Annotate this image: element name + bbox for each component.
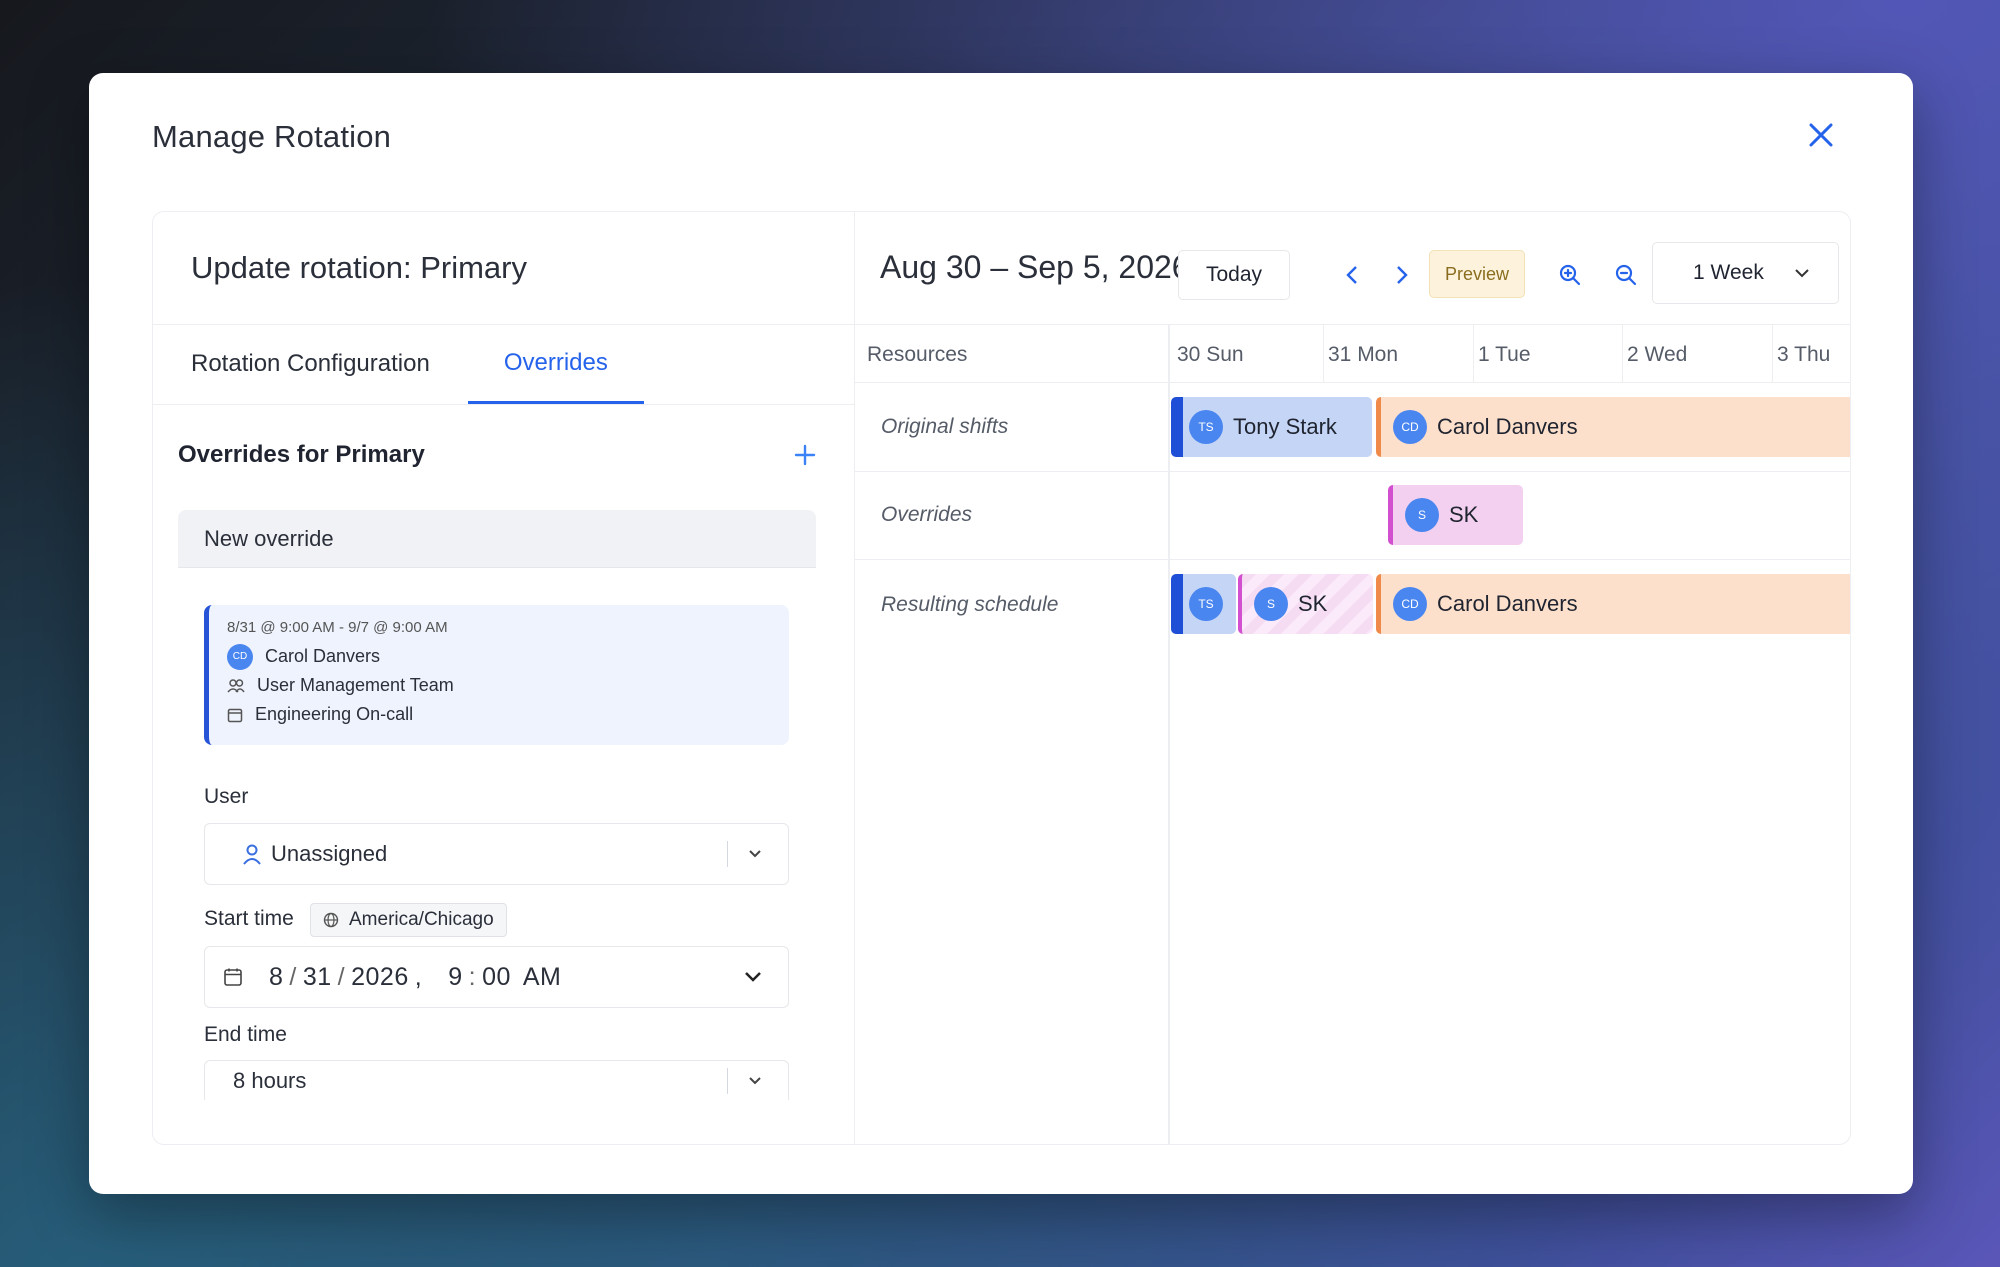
resources-label: Resources <box>867 343 968 366</box>
row-label: Overrides <box>881 503 973 526</box>
summary-range: 8/31 @ 9:00 AM - 9/7 @ 9:00 AM <box>227 619 448 636</box>
new-override-card: New override 8/31 @ 9:00 AM - 9/7 @ 9:00… <box>178 510 816 1100</box>
shift-name: SK <box>1449 502 1479 527</box>
close-button[interactable] <box>1803 117 1839 153</box>
day-divider <box>1772 325 1773 383</box>
user-select-value: Unassigned <box>271 841 388 866</box>
shift-name: SK <box>1298 591 1328 616</box>
row-overrides: Overrides <box>855 472 1850 560</box>
avatar: TS <box>1189 410 1223 444</box>
calendar-column: Aug 30 – Sep 5, 2026 Today Preview 1 Wee… <box>855 212 1850 1144</box>
end-time-label: End time <box>204 1023 287 1046</box>
add-override-button[interactable] <box>794 438 816 472</box>
view-select-value: 1 Week <box>1693 261 1764 284</box>
day-divider <box>1323 325 1324 383</box>
override-sk[interactable]: S SK <box>1388 485 1523 545</box>
new-override-title: New override <box>178 510 816 568</box>
shift-name: Carol Danvers <box>1437 414 1578 439</box>
start-hour[interactable]: 9 <box>448 963 462 992</box>
summary-calendar: Engineering On-call <box>227 700 789 729</box>
zoom-in-icon <box>1559 264 1581 286</box>
day-header: 30 Sun <box>1177 343 1244 366</box>
rotation-header: Update rotation: Primary <box>153 212 854 325</box>
overrides-header: Overrides for Primary <box>178 438 816 472</box>
timezone-value: America/Chicago <box>349 909 494 930</box>
chevron-down-icon <box>749 1076 761 1084</box>
summary-calendar-name: Engineering On-call <box>255 704 414 724</box>
avatar: S <box>1254 587 1288 621</box>
date-range: Aug 30 – Sep 5, 2026 <box>880 249 1190 285</box>
user-icon <box>243 844 261 865</box>
day-divider <box>1473 325 1474 383</box>
calendar-icon <box>224 968 242 986</box>
chevron-down-icon <box>1795 269 1809 278</box>
chevron-down-icon <box>745 972 761 982</box>
day-header: 1 Tue <box>1478 343 1531 366</box>
start-month[interactable]: 8 <box>269 963 283 992</box>
day-divider <box>1622 325 1623 383</box>
divider <box>727 841 728 867</box>
zoom-out-button[interactable] <box>1611 260 1641 290</box>
tab-bar: Rotation Configuration Overrides <box>153 325 854 405</box>
start-time-input[interactable]: 8 / 31 / 2026 , 9 : 00 AM <box>204 946 789 1008</box>
calendar-icon <box>227 708 243 722</box>
divider <box>727 1067 728 1094</box>
modal-title: Manage Rotation <box>152 119 392 154</box>
previous-button[interactable] <box>1337 260 1367 290</box>
summary-team-name: User Management Team <box>257 675 454 695</box>
avatar: TS <box>1189 587 1223 621</box>
today-button[interactable]: Today <box>1178 250 1290 300</box>
day-header: 3 Thu <box>1777 343 1831 366</box>
start-year[interactable]: 2026 <box>351 963 409 992</box>
avatar: CD <box>227 643 253 670</box>
result-sk[interactable]: S SK <box>1238 574 1373 634</box>
row-label: Resulting schedule <box>881 593 1059 616</box>
start-date-value: 8 / 31 / 2026 , 9 : 00 AM <box>269 962 562 992</box>
overrides-title: Overrides for Primary <box>178 441 425 468</box>
summary-user-name: Carol Danvers <box>265 646 381 666</box>
start-minute[interactable]: 00 <box>482 963 511 992</box>
user-label: User <box>204 785 249 808</box>
result-tony-stark[interactable]: TS <box>1171 574 1236 634</box>
avatar: CD <box>1393 410 1427 444</box>
tab-rotation-configuration[interactable]: Rotation Configuration <box>177 324 468 404</box>
day-header: 2 Wed <box>1627 343 1688 366</box>
summary-user: CD Carol Danvers <box>227 642 789 671</box>
timezone-badge[interactable]: America/Chicago <box>310 903 507 937</box>
calendar-toolbar: Aug 30 – Sep 5, 2026 Today Preview 1 Wee… <box>855 212 1850 325</box>
shift-carol-danvers[interactable]: CD Carol Danvers <box>1376 397 1850 457</box>
user-select[interactable]: Unassigned <box>204 823 789 885</box>
end-time-select[interactable]: 8 hours <box>204 1060 789 1100</box>
result-carol-danvers[interactable]: CD Carol Danvers <box>1376 574 1850 634</box>
chevron-right-icon <box>1397 266 1408 284</box>
view-select[interactable]: 1 Week <box>1652 242 1839 304</box>
left-column: Update rotation: Primary Rotation Config… <box>153 212 855 1144</box>
preview-badge: Preview <box>1429 250 1525 298</box>
chevron-left-icon <box>1346 266 1357 284</box>
team-icon <box>227 678 245 693</box>
override-summary: 8/31 @ 9:00 AM - 9/7 @ 9:00 AM CD Carol … <box>204 605 789 745</box>
plus-icon <box>794 444 816 466</box>
manage-rotation-modal: Manage Rotation Update rotation: Primary… <box>89 73 1913 1194</box>
row-label: Original shifts <box>881 415 1009 438</box>
zoom-out-icon <box>1615 264 1637 286</box>
day-header: 31 Mon <box>1328 343 1399 366</box>
zoom-in-button[interactable] <box>1555 260 1585 290</box>
avatar: S <box>1405 498 1439 532</box>
summary-team: User Management Team <box>227 671 789 700</box>
shift-tony-stark[interactable]: TS Tony Stark <box>1171 397 1372 457</box>
shift-name: Tony Stark <box>1233 414 1337 439</box>
close-icon <box>1809 123 1833 147</box>
start-ampm[interactable]: AM <box>523 963 562 992</box>
tab-overrides[interactable]: Overrides <box>467 324 644 404</box>
start-day[interactable]: 31 <box>303 963 332 992</box>
avatar: CD <box>1393 587 1427 621</box>
next-button[interactable] <box>1387 260 1417 290</box>
globe-icon <box>323 912 339 928</box>
start-time-label: Start time <box>204 907 294 930</box>
end-time-value: 8 hours <box>233 1067 307 1093</box>
rotation-panel: Update rotation: Primary Rotation Config… <box>152 211 1851 1145</box>
chevron-down-icon <box>749 850 761 858</box>
shift-name: Carol Danvers <box>1437 591 1578 616</box>
